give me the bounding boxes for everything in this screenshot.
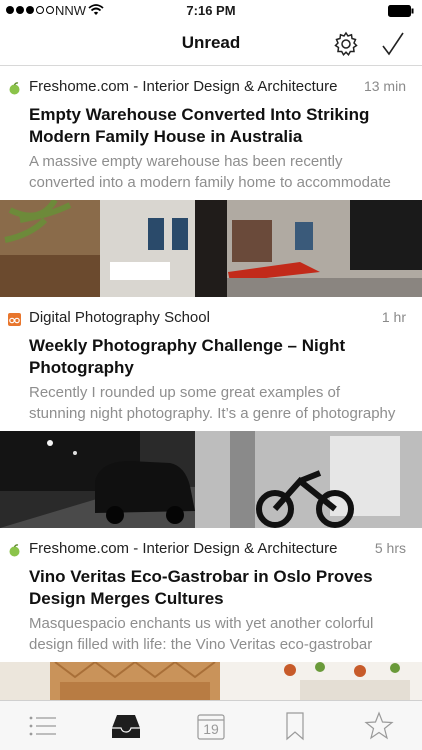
article-item[interactable]: Digital Photography School 1 hr Weekly P… bbox=[0, 309, 422, 431]
excerpt-line: converted into a modern family home to a… bbox=[29, 174, 391, 191]
green-apple-icon bbox=[9, 82, 20, 95]
article-excerpt: A massive empty warehouse has been recen… bbox=[29, 151, 409, 193]
article-time: 1 hr bbox=[381, 309, 406, 325]
status-bar: NNW 7:16 PM bbox=[0, 0, 422, 22]
article-source: Freshome.com - Interior Design & Archite… bbox=[29, 78, 338, 95]
article-excerpt: Masquespacio enchants us with yet anothe… bbox=[29, 613, 409, 655]
article-source-row: Freshome.com - Interior Design & Archite… bbox=[0, 540, 422, 560]
article-source-row: Digital Photography School 1 hr bbox=[0, 309, 422, 329]
inbox-icon[interactable] bbox=[111, 711, 141, 741]
article-time: 13 min bbox=[363, 78, 406, 94]
navigation-bar: Unread bbox=[0, 22, 422, 66]
excerpt-line: Recently I rounded up some great example… bbox=[29, 384, 341, 401]
tab-bar: 19 bbox=[0, 700, 422, 750]
bookmark-icon[interactable] bbox=[284, 711, 306, 741]
excerpt-line: design filled with life: the Vino Verita… bbox=[29, 636, 373, 653]
excerpt-line: stunning night photography. It’s a genre… bbox=[29, 405, 396, 422]
article-thumbnail[interactable] bbox=[0, 431, 422, 528]
clock: 7:16 PM bbox=[186, 3, 236, 18]
excerpt-line: A massive empty warehouse has been recen… bbox=[29, 153, 343, 170]
article-item[interactable]: Freshome.com - Interior Design & Archite… bbox=[0, 78, 422, 200]
article-title[interactable]: Weekly Photography Challenge – Night Pho… bbox=[29, 335, 399, 379]
article-source: Freshome.com - Interior Design & Archite… bbox=[29, 540, 338, 557]
calendar-day: 19 bbox=[203, 721, 219, 737]
article-item[interactable]: Freshome.com - Interior Design & Archite… bbox=[0, 540, 422, 662]
article-source-row: Freshome.com - Interior Design & Archite… bbox=[0, 78, 422, 98]
settings-gear-icon[interactable] bbox=[333, 31, 359, 57]
calendar-icon[interactable]: 19 bbox=[196, 711, 226, 741]
article-thumbnail[interactable] bbox=[0, 662, 422, 700]
article-title[interactable]: Empty Warehouse Converted Into Striking … bbox=[29, 104, 399, 148]
battery-icon bbox=[388, 5, 414, 17]
article-title[interactable]: Vino Veritas Eco-Gastrobar in Oslo Prove… bbox=[29, 566, 399, 610]
article-thumbnail[interactable] bbox=[0, 200, 422, 297]
mark-all-read-check-icon[interactable] bbox=[381, 31, 405, 57]
list-icon[interactable] bbox=[28, 711, 58, 741]
orange-camera-icon bbox=[8, 313, 21, 326]
article-time: 5 hrs bbox=[374, 540, 406, 556]
star-icon[interactable] bbox=[364, 711, 394, 741]
article-source: Digital Photography School bbox=[29, 309, 210, 326]
green-apple-icon bbox=[9, 544, 20, 557]
excerpt-line: Masquespacio enchants us with yet anothe… bbox=[29, 615, 374, 632]
article-excerpt: Recently I rounded up some great example… bbox=[29, 382, 409, 424]
